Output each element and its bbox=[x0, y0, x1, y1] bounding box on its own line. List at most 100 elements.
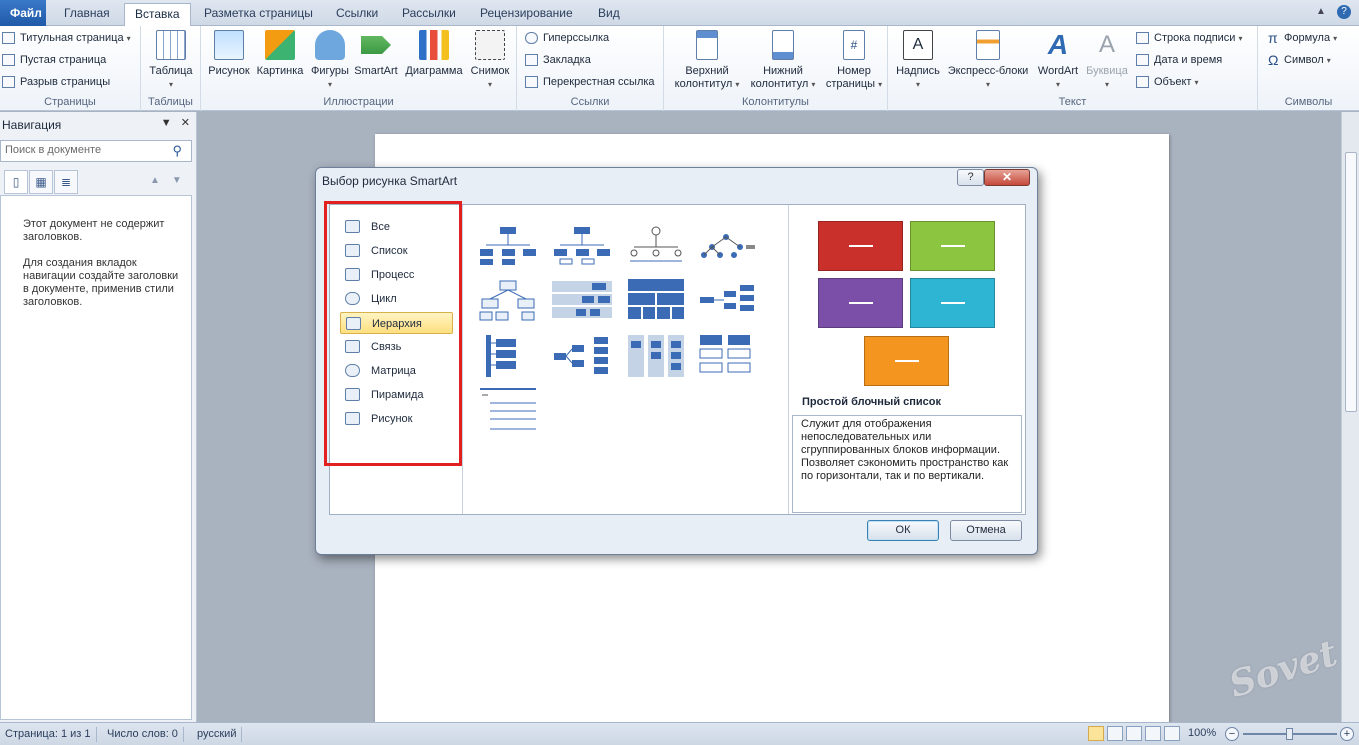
layout-vertical-hierarchy[interactable] bbox=[478, 333, 538, 379]
layout-labeled-hierarchy[interactable] bbox=[696, 223, 756, 269]
hierarchy-icon bbox=[346, 317, 361, 330]
category-list-item[interactable]: Список bbox=[340, 240, 453, 262]
nav-next-icon[interactable]: ▼ bbox=[172, 175, 194, 186]
search-icon[interactable]: ⚲ bbox=[172, 143, 182, 159]
group-label-pages: Страницы bbox=[44, 96, 96, 108]
pages-view-icon[interactable]: ▦ bbox=[29, 170, 53, 194]
tab-view[interactable]: Вид bbox=[588, 3, 630, 25]
textbox-button[interactable]: A Надпись ▾ bbox=[894, 30, 942, 91]
bookmark-button[interactable]: Закладка bbox=[523, 51, 591, 69]
tab-mailings[interactable]: Рассылки bbox=[392, 3, 466, 25]
category-pyramid[interactable]: Пирамида bbox=[340, 384, 453, 406]
blank-page-button[interactable]: Пустая страница bbox=[0, 51, 106, 69]
object-button[interactable]: Объект ▾ bbox=[1134, 73, 1199, 91]
category-hierarchy[interactable]: Иерархия bbox=[340, 312, 453, 334]
layout-hierarchy[interactable] bbox=[478, 277, 538, 323]
ok-button[interactable]: ОК bbox=[867, 520, 939, 541]
help-icon[interactable]: ? bbox=[1337, 5, 1351, 19]
layout-circle-hierarchy[interactable] bbox=[626, 223, 686, 269]
layout-stacked-list[interactable] bbox=[626, 333, 686, 379]
header-icon bbox=[696, 30, 718, 60]
clipart-button[interactable]: Картинка bbox=[255, 30, 305, 78]
crossref-button[interactable]: Перекрестная ссылка bbox=[523, 73, 655, 91]
status-language[interactable]: русский bbox=[192, 727, 243, 742]
scroll-thumb[interactable] bbox=[1345, 152, 1357, 412]
zoom-slider-thumb[interactable] bbox=[1286, 728, 1293, 740]
hyperlink-button[interactable]: Гиперссылка bbox=[523, 29, 609, 47]
vertical-scrollbar[interactable] bbox=[1341, 112, 1359, 722]
table-button[interactable]: Таблица ▾ bbox=[148, 30, 194, 91]
equation-button[interactable]: π Формула ▾ bbox=[1264, 29, 1337, 47]
web-layout-icon[interactable] bbox=[1126, 726, 1142, 741]
layout-lined-list[interactable] bbox=[696, 333, 756, 379]
symbol-button[interactable]: Ω Символ ▾ bbox=[1264, 51, 1331, 69]
category-relationship[interactable]: Связь bbox=[340, 336, 453, 358]
layout-org-chart[interactable] bbox=[478, 223, 538, 269]
footer-button[interactable]: Нижний колонтитул ▾ bbox=[746, 30, 820, 91]
picture-button[interactable]: Рисунок bbox=[207, 30, 251, 78]
category-picture[interactable]: Рисунок bbox=[340, 408, 453, 430]
draft-view-icon[interactable] bbox=[1164, 726, 1180, 741]
smartart-button[interactable]: SmartArt bbox=[353, 30, 399, 78]
matrix-icon bbox=[345, 364, 360, 377]
group-label-text: Текст bbox=[1058, 96, 1087, 108]
shapes-button[interactable]: Фигуры ▾ bbox=[309, 30, 351, 91]
group-illustrations: Рисунок Картинка Фигуры ▾ SmartArt Диагр… bbox=[201, 26, 517, 111]
collapse-ribbon-icon[interactable]: ▲ bbox=[1314, 5, 1328, 19]
layout-hierarchy-list[interactable] bbox=[478, 387, 538, 433]
status-page[interactable]: Страница: 1 из 1 bbox=[0, 727, 97, 742]
layout-horizontal-org[interactable] bbox=[552, 333, 612, 379]
tab-review[interactable]: Рецензирование bbox=[470, 3, 583, 25]
layout-horizontal-hierarchy[interactable] bbox=[696, 277, 756, 323]
smartart-dialog: Выбор рисунка SmartArt ? ✕ Все Список Пр… bbox=[315, 167, 1038, 555]
preview-title: Простой блочный список bbox=[802, 396, 942, 408]
print-layout-icon[interactable] bbox=[1088, 726, 1104, 741]
preview-box-cyan bbox=[910, 278, 995, 328]
dialog-help-button[interactable]: ? bbox=[957, 169, 984, 186]
dropcap-icon: A bbox=[1098, 31, 1115, 58]
tab-file[interactable]: Файл bbox=[0, 0, 46, 26]
category-process[interactable]: Процесс bbox=[340, 264, 453, 286]
page-number-button[interactable]: # Номер страницы ▾ bbox=[822, 30, 886, 91]
nav-content: Этот документ не содержит заголовков. Дл… bbox=[0, 195, 192, 720]
dropcap-button[interactable]: A Буквица ▾ bbox=[1084, 30, 1130, 91]
relationship-icon bbox=[345, 340, 360, 353]
tab-references[interactable]: Ссылки bbox=[326, 3, 388, 25]
page-break-button[interactable]: Разрыв страницы bbox=[0, 73, 110, 91]
cancel-button[interactable]: Отмена bbox=[950, 520, 1022, 541]
tab-page-layout[interactable]: Разметка страницы bbox=[194, 3, 323, 25]
zoom-in-icon[interactable]: + bbox=[1340, 727, 1354, 741]
screenshot-button[interactable]: Снимок ▾ bbox=[467, 30, 513, 91]
dialog-close-button[interactable]: ✕ bbox=[984, 169, 1030, 186]
title-page-button[interactable]: Титульная страница ▾ bbox=[0, 29, 131, 47]
layout-name-title-org-chart[interactable] bbox=[552, 223, 612, 269]
nav-prev-icon[interactable]: ▲ bbox=[150, 175, 172, 186]
window-controls: ▲ ? bbox=[1308, 5, 1351, 19]
status-words[interactable]: Число слов: 0 bbox=[102, 727, 184, 742]
textbox-icon: A bbox=[903, 30, 933, 60]
nav-message-no-headings: Этот документ не содержит заголовков. bbox=[23, 218, 165, 243]
tab-home[interactable]: Главная bbox=[54, 3, 120, 25]
cycle-icon bbox=[345, 292, 360, 305]
category-all[interactable]: Все bbox=[340, 216, 453, 238]
header-button[interactable]: Верхний колонтитул ▾ bbox=[670, 30, 744, 91]
nav-menu-icon[interactable]: ▼ bbox=[161, 117, 172, 129]
headings-view-icon[interactable]: ▯ bbox=[4, 170, 28, 194]
nav-close-icon[interactable]: ✕ bbox=[181, 117, 190, 129]
date-time-button[interactable]: Дата и время bbox=[1134, 51, 1222, 69]
tab-insert[interactable]: Вставка bbox=[124, 3, 191, 27]
category-cycle[interactable]: Цикл bbox=[340, 288, 453, 310]
outline-view-icon[interactable] bbox=[1145, 726, 1161, 741]
wordart-button[interactable]: A WordArt ▾ bbox=[1032, 30, 1084, 91]
results-view-icon[interactable]: ≣ bbox=[54, 170, 78, 194]
zoom-level[interactable]: 100% bbox=[1188, 727, 1216, 739]
nav-search-input[interactable]: Поиск в документе bbox=[0, 140, 192, 162]
quick-parts-button[interactable]: Экспресс-блоки ▾ bbox=[944, 30, 1032, 91]
signature-line-button[interactable]: Строка подписи ▾ bbox=[1134, 29, 1243, 47]
category-matrix[interactable]: Матрица bbox=[340, 360, 453, 382]
zoom-out-icon[interactable]: − bbox=[1225, 727, 1239, 741]
layout-table-hierarchy[interactable] bbox=[626, 277, 686, 323]
chart-button[interactable]: Диаграмма bbox=[403, 30, 465, 78]
reading-view-icon[interactable] bbox=[1107, 726, 1123, 741]
layout-labeled-bands[interactable] bbox=[552, 277, 612, 323]
